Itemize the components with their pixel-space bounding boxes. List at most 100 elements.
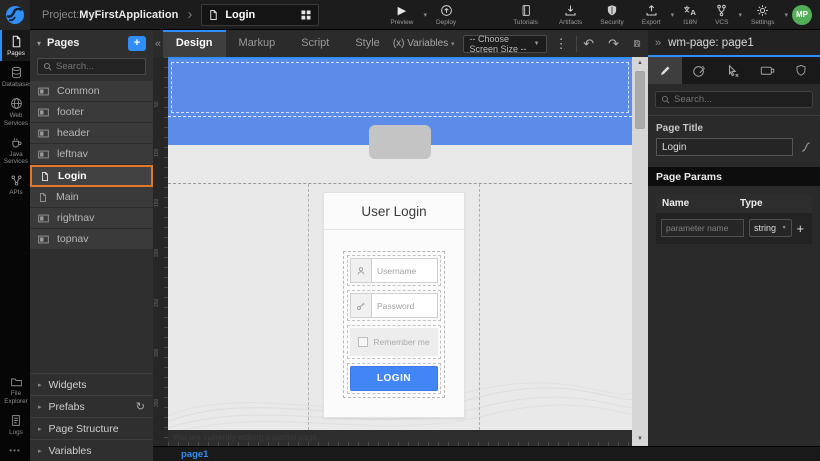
page-item-leftnav[interactable]: leftnav (30, 144, 153, 165)
page-item-footer[interactable]: footer (30, 102, 153, 123)
wavemaker-logo[interactable] (0, 0, 30, 30)
user-avatar[interactable]: MP (792, 5, 812, 25)
login-button[interactable]: LOGIN (350, 366, 438, 391)
page-item-header[interactable]: header (30, 123, 153, 144)
pages-search-input[interactable] (56, 61, 136, 72)
partial-icon (38, 235, 49, 244)
password-input[interactable] (371, 293, 438, 318)
add-page-button[interactable]: + (128, 36, 146, 51)
section-widgets[interactable]: ▸ Widgets (30, 373, 153, 395)
rail-item-apis[interactable]: APIs (0, 169, 30, 200)
triangle-down-icon[interactable]: ▾ (37, 39, 41, 48)
more-options-icon[interactable]: ⋮ (555, 36, 568, 52)
section-page-structure[interactable]: ▸ Page Structure (30, 417, 153, 439)
save-icon[interactable] (633, 37, 641, 50)
login-panel[interactable]: User Login (323, 192, 465, 418)
properties-search-box[interactable] (655, 91, 813, 108)
breadcrumb-chevron-icon: › (187, 6, 192, 23)
page-item-main[interactable]: Main (30, 187, 153, 208)
pages-panel: ▾ Pages + Common footer header leftnav L… (30, 30, 153, 461)
tutorials-button[interactable]: Tutorials (513, 4, 538, 26)
screen-size-value: -- Choose Screen Size -- (470, 34, 534, 54)
param-type-select[interactable]: string ▼ (749, 219, 792, 237)
section-variables[interactable]: ▸ Variables (30, 439, 153, 461)
tab-properties[interactable] (648, 57, 682, 84)
rail-item-logs[interactable]: Logs (0, 409, 30, 440)
page-item-rightnav[interactable]: rightnav (30, 208, 153, 229)
pages-icon (10, 35, 23, 48)
logo-placeholder[interactable] (369, 125, 431, 159)
security-button[interactable]: Security (600, 4, 623, 26)
variables-dropdown[interactable]: (x) Variables ▾ (393, 38, 455, 49)
username-input[interactable] (371, 258, 438, 283)
rail-item-java-services[interactable]: Java Services (0, 131, 30, 169)
page-item-topnav[interactable]: topnav (30, 229, 153, 250)
param-name-input[interactable] (661, 219, 744, 237)
tab-script[interactable]: Script (288, 30, 342, 57)
export-chevron-icon[interactable]: ▾ (671, 11, 675, 19)
expand-panel-icon[interactable]: » (655, 37, 661, 49)
ruler-label: 100 (154, 149, 160, 157)
tab-design[interactable]: Design (163, 30, 226, 57)
settings-button[interactable]: Settings (751, 4, 775, 26)
tab-style[interactable]: Style (342, 30, 392, 57)
partial-editing-hint: You are currently editing a partial page… (168, 430, 632, 444)
rail-item-databases[interactable]: Databases (0, 61, 30, 92)
refresh-icon[interactable]: ↻ (136, 400, 145, 413)
canvas-vertical-scrollbar[interactable]: ▲ ▼ (632, 57, 648, 446)
open-page-tab[interactable]: Login (201, 4, 319, 26)
add-param-button[interactable]: + (794, 221, 807, 236)
canvas-center-column[interactable]: User Login (308, 184, 480, 430)
screen-size-select[interactable]: -- Choose Screen Size -- ▼ (463, 35, 547, 53)
canvas-toolbar: « Design Markup Script Style (x) Variabl… (153, 30, 648, 57)
variables-label: (x) Variables (393, 38, 448, 49)
settings-chevron-icon[interactable]: ▾ (784, 11, 788, 19)
tab-security[interactable] (784, 57, 818, 84)
rail-item-file-explorer[interactable]: File Explorer (0, 371, 30, 408)
api-icon (10, 174, 23, 187)
rail-item-web-services[interactable]: Web Services (0, 92, 30, 130)
page-item-login-selected[interactable]: Login (30, 165, 153, 187)
remember-me-row[interactable]: Remember me (350, 328, 438, 356)
bottom-page-tab[interactable]: page1 (181, 449, 208, 460)
play-icon: ▶ (398, 4, 406, 17)
i18n-button[interactable]: A I18N (683, 4, 697, 26)
collapse-panel-icon[interactable]: « (153, 38, 163, 50)
remember-checkbox[interactable] (358, 337, 368, 347)
export-button[interactable]: Export (642, 4, 661, 26)
language-icon: A (683, 4, 697, 17)
pages-search-box[interactable] (37, 58, 146, 75)
vcs-button[interactable]: VCS (715, 4, 728, 26)
artifacts-button[interactable]: Artifacts (559, 4, 582, 26)
grid-icon[interactable] (300, 9, 312, 21)
deploy-button[interactable]: Deploy (436, 4, 456, 26)
rail-more-button[interactable]: ••• (0, 440, 30, 461)
login-form[interactable]: Remember me LOGIN (343, 251, 445, 398)
scroll-down-icon[interactable]: ▼ (632, 433, 648, 446)
bind-icon[interactable] (800, 141, 812, 153)
tab-events[interactable] (716, 57, 750, 84)
redo-icon[interactable]: ↷ (608, 36, 619, 52)
canvas-content-area[interactable]: User Login (168, 183, 632, 430)
params-table-header: Name Type (656, 194, 812, 213)
canvas-header-row[interactable] (168, 59, 632, 117)
svg-text:A: A (690, 7, 696, 16)
tab-styles[interactable] (682, 57, 716, 84)
section-prefabs[interactable]: ▸ Prefabs ↻ (30, 395, 153, 417)
shield-icon (606, 4, 618, 17)
tab-markup[interactable]: Markup (226, 30, 289, 57)
scroll-up-icon[interactable]: ▲ (632, 57, 648, 70)
scrollbar-thumb[interactable] (635, 71, 645, 129)
password-cell (347, 290, 441, 321)
page-title-input[interactable] (656, 138, 793, 156)
preview-button[interactable]: ▶ Preview (390, 4, 413, 26)
rail-item-pages[interactable]: Pages (0, 30, 30, 61)
ruler-label: 50 (154, 101, 160, 107)
page-item-common[interactable]: Common (30, 81, 153, 102)
username-cell (347, 255, 441, 286)
preview-chevron-icon[interactable]: ▾ (423, 11, 427, 19)
tab-devices[interactable] (750, 57, 784, 84)
properties-search-input[interactable] (674, 94, 794, 105)
undo-icon[interactable]: ↶ (583, 36, 594, 52)
design-canvas[interactable]: User Login (168, 57, 632, 430)
